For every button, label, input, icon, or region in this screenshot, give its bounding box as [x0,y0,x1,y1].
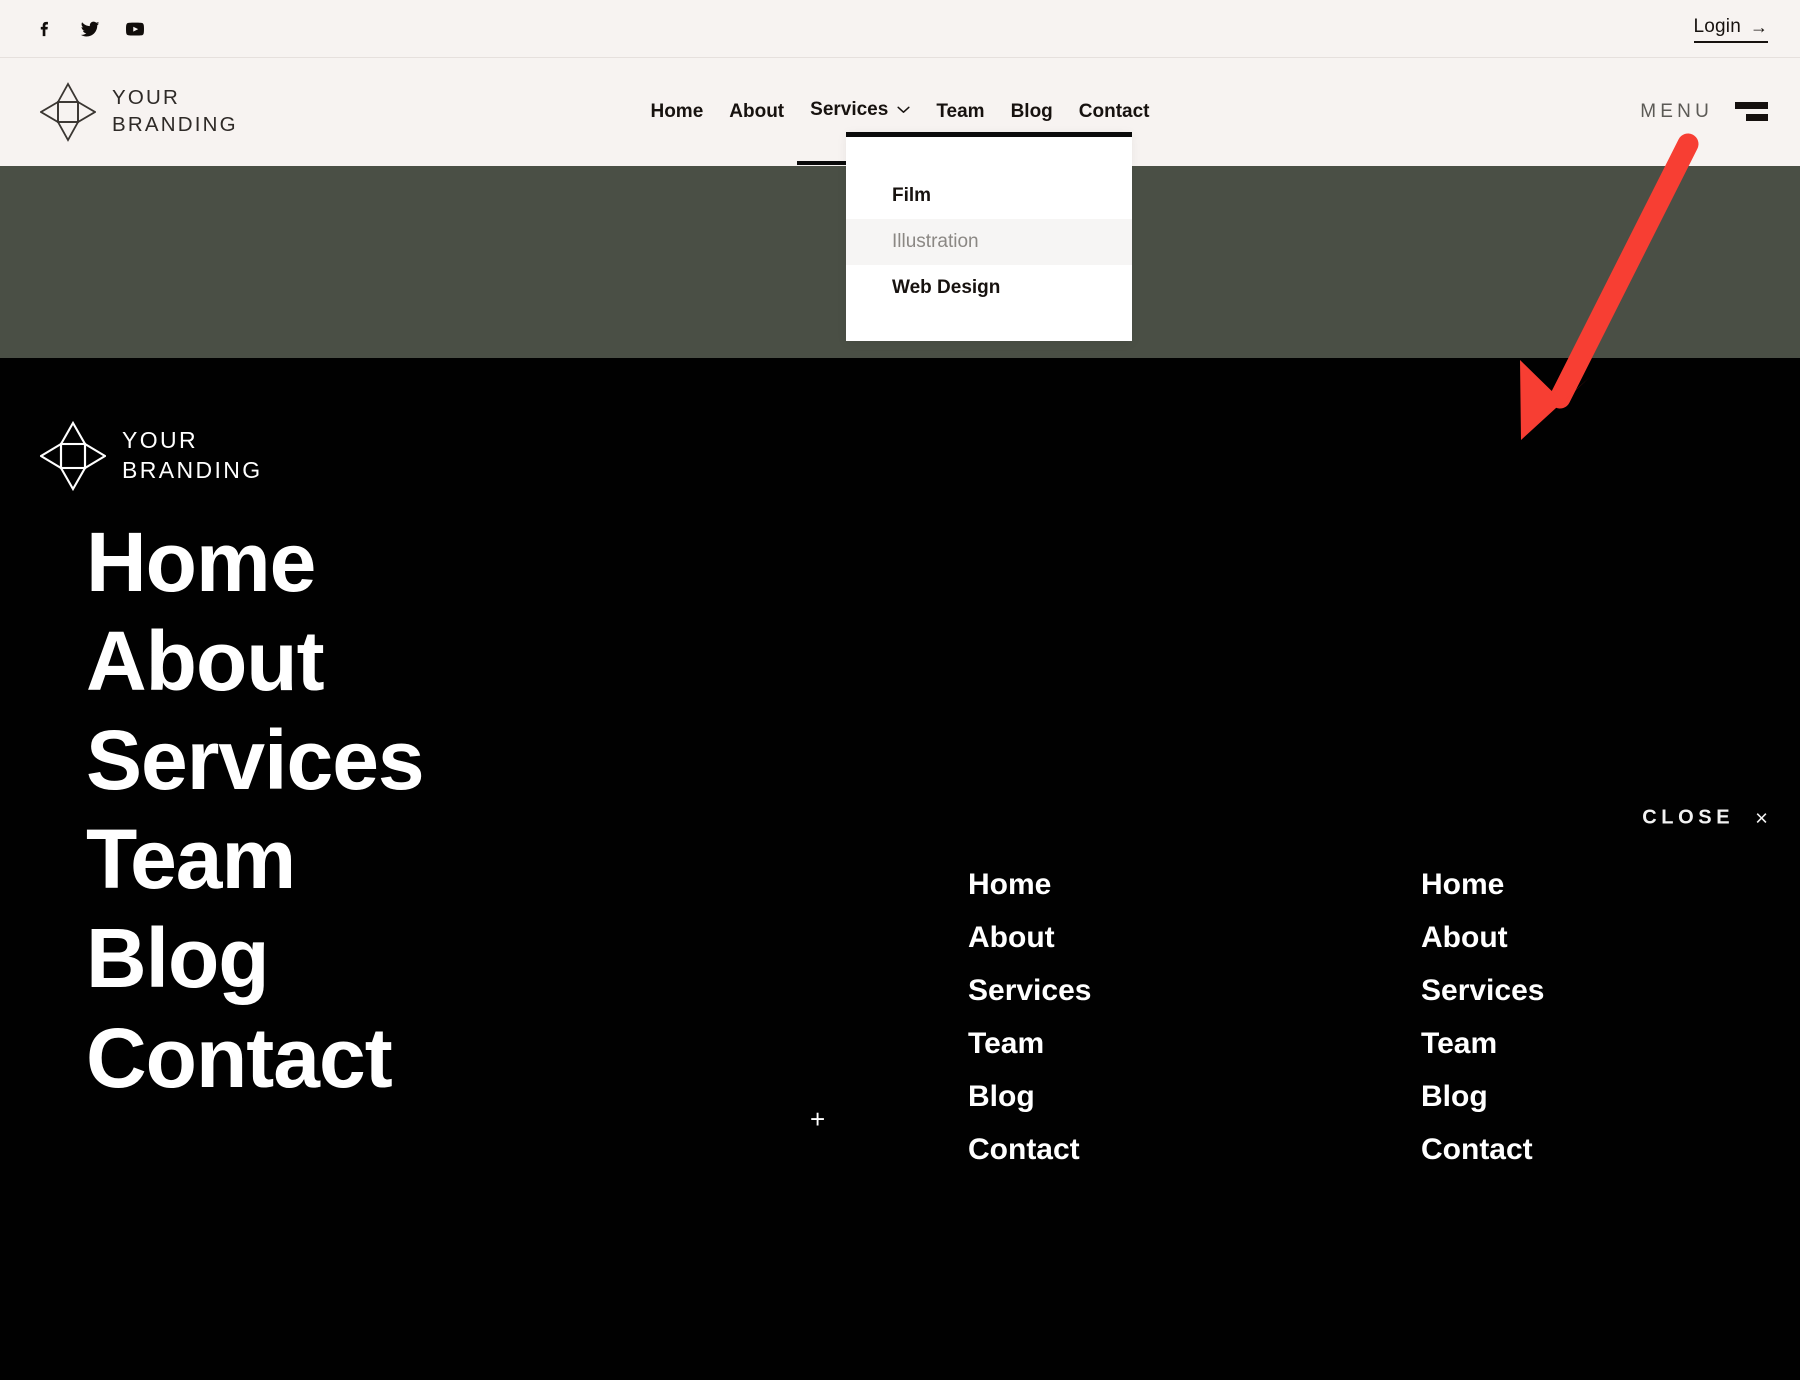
overlay-brand-text: YOUR BRANDING [122,427,263,483]
plus-icon: + [810,1104,826,1134]
dropdown-item-film-label: Film [892,185,932,206]
overlay-col3-link-team[interactable]: Team [1421,1029,1544,1059]
overlay-brand-logo[interactable]: YOUR BRANDING [40,420,263,492]
overlay-col2-link-services[interactable]: Services [968,976,1091,1006]
nav-item-about-label: About [729,100,785,122]
facebook-icon[interactable] [34,18,56,40]
overlay-col2-link-home[interactable]: Home [968,870,1091,900]
overlay-col3-link-home[interactable]: Home [1421,870,1544,900]
overlay-link-blog[interactable]: Blog [86,909,424,1008]
menu-toggle-label: MENU [1640,100,1713,122]
nav-item-home[interactable]: Home [637,58,716,165]
overlay-col3-link-services[interactable]: Services [1421,976,1544,1006]
dropdown-item-film[interactable]: Film [846,173,1132,219]
overlay-link-services[interactable]: Services [86,711,425,810]
hamburger-bar-top [1735,101,1768,109]
dropdown-item-web-design-label: Web Design [892,277,1001,298]
overlay-tertiary-nav-column: Home About Services Team Blog Contact [1421,870,1544,1165]
overlay-col3-link-about[interactable]: About [1421,923,1544,953]
social-links [34,0,146,58]
fullscreen-menu-overlay: YOUR BRANDING CLOSE × Home About Service… [0,358,1800,1380]
overlay-col2-link-team[interactable]: Team [968,1029,1091,1059]
nav-item-contact-label: Contact [1078,100,1150,122]
login-label: Login [1693,15,1741,37]
nav-item-about[interactable]: About [716,58,797,165]
close-label: CLOSE [1642,806,1735,829]
nav-item-home-label: Home [650,100,704,122]
overlay-link-contact[interactable]: Contact [86,1009,424,1108]
twitter-icon[interactable] [79,18,101,40]
overlay-link-team[interactable]: Team [86,810,424,909]
chevron-down-icon [897,106,910,113]
overlay-col2-link-about[interactable]: About [968,923,1091,953]
page-root: YOUR BRANDING CLOSE × Home About Service… [0,0,1800,1380]
overlay-link-home[interactable]: Home [86,513,424,612]
hamburger-icon [1735,101,1768,123]
dropdown-item-web-design[interactable]: Web Design [846,265,1132,311]
overlay-col3-link-blog[interactable]: Blog [1421,1082,1544,1112]
dropdown-item-illustration[interactable]: Illustration [846,219,1132,265]
nav-item-services-label: Services [810,98,889,120]
overlay-col3-link-contact[interactable]: Contact [1421,1135,1544,1165]
overlay-link-about[interactable]: About [86,612,424,711]
nav-item-blog-label: Blog [1010,100,1053,122]
hamburger-bar-bottom [1746,113,1768,121]
overlay-col2-link-blog[interactable]: Blog [968,1082,1091,1112]
overlay-secondary-nav-column: Home About Services Team Blog Contact [968,870,1091,1165]
dropdown-item-illustration-label: Illustration [892,231,979,252]
youtube-icon[interactable] [124,18,146,40]
your-branding-logo-icon [40,420,106,492]
login-button[interactable]: Login → [1693,0,1768,58]
overlay-primary-nav: Home About Services Team Blog Contact [86,513,425,1108]
utility-topbar: Login → [0,0,1800,58]
close-icon: × [1755,805,1768,830]
close-menu-button[interactable]: CLOSE × [1642,807,1768,830]
menu-toggle-button[interactable]: MENU [1640,101,1768,123]
arrow-right-icon: → [1750,16,1768,37]
services-dropdown-menu: Film Illustration Web Design [846,132,1132,341]
overlay-col2-link-contact[interactable]: Contact [968,1135,1091,1165]
nav-item-team-label: Team [936,100,985,122]
